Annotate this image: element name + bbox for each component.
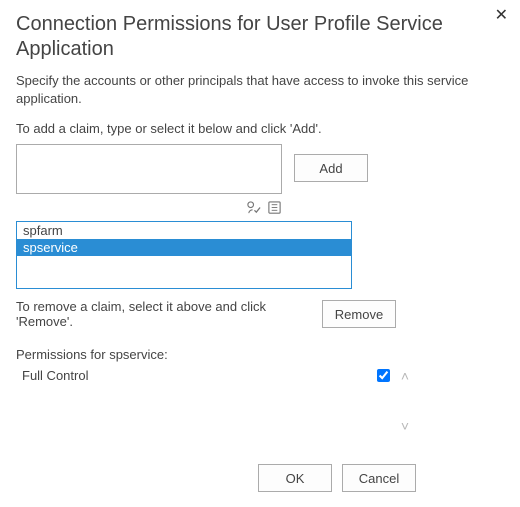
- permissions-label: Permissions for spservice:: [16, 347, 504, 362]
- ok-button[interactable]: OK: [258, 464, 332, 492]
- add-button[interactable]: Add: [294, 154, 368, 182]
- claims-list-item[interactable]: spfarm: [17, 222, 351, 239]
- dialog-title: Connection Permissions for User Profile …: [16, 12, 504, 62]
- add-instruction: To add a claim, type or select it below …: [16, 121, 504, 136]
- remove-button[interactable]: Remove: [322, 300, 396, 328]
- permission-checkbox[interactable]: [377, 369, 390, 382]
- dialog-description: Specify the accounts or other principals…: [16, 72, 504, 107]
- check-names-icon[interactable]: [246, 199, 261, 215]
- scroll-down-icon[interactable]: ˅: [401, 418, 409, 434]
- permission-item: Full Control: [20, 368, 390, 383]
- permissions-list: Full Control: [16, 366, 394, 385]
- claims-listbox[interactable]: spfarmspservice: [16, 221, 352, 289]
- close-icon[interactable]: ✕: [495, 8, 508, 24]
- claim-input[interactable]: [16, 144, 282, 194]
- scroll-up-icon[interactable]: ˄: [401, 368, 409, 384]
- permission-name: Full Control: [20, 368, 377, 383]
- cancel-button[interactable]: Cancel: [342, 464, 416, 492]
- remove-instruction: To remove a claim, select it above and c…: [16, 299, 310, 329]
- browse-icon[interactable]: [267, 199, 282, 215]
- claims-list-item[interactable]: spservice: [17, 239, 351, 256]
